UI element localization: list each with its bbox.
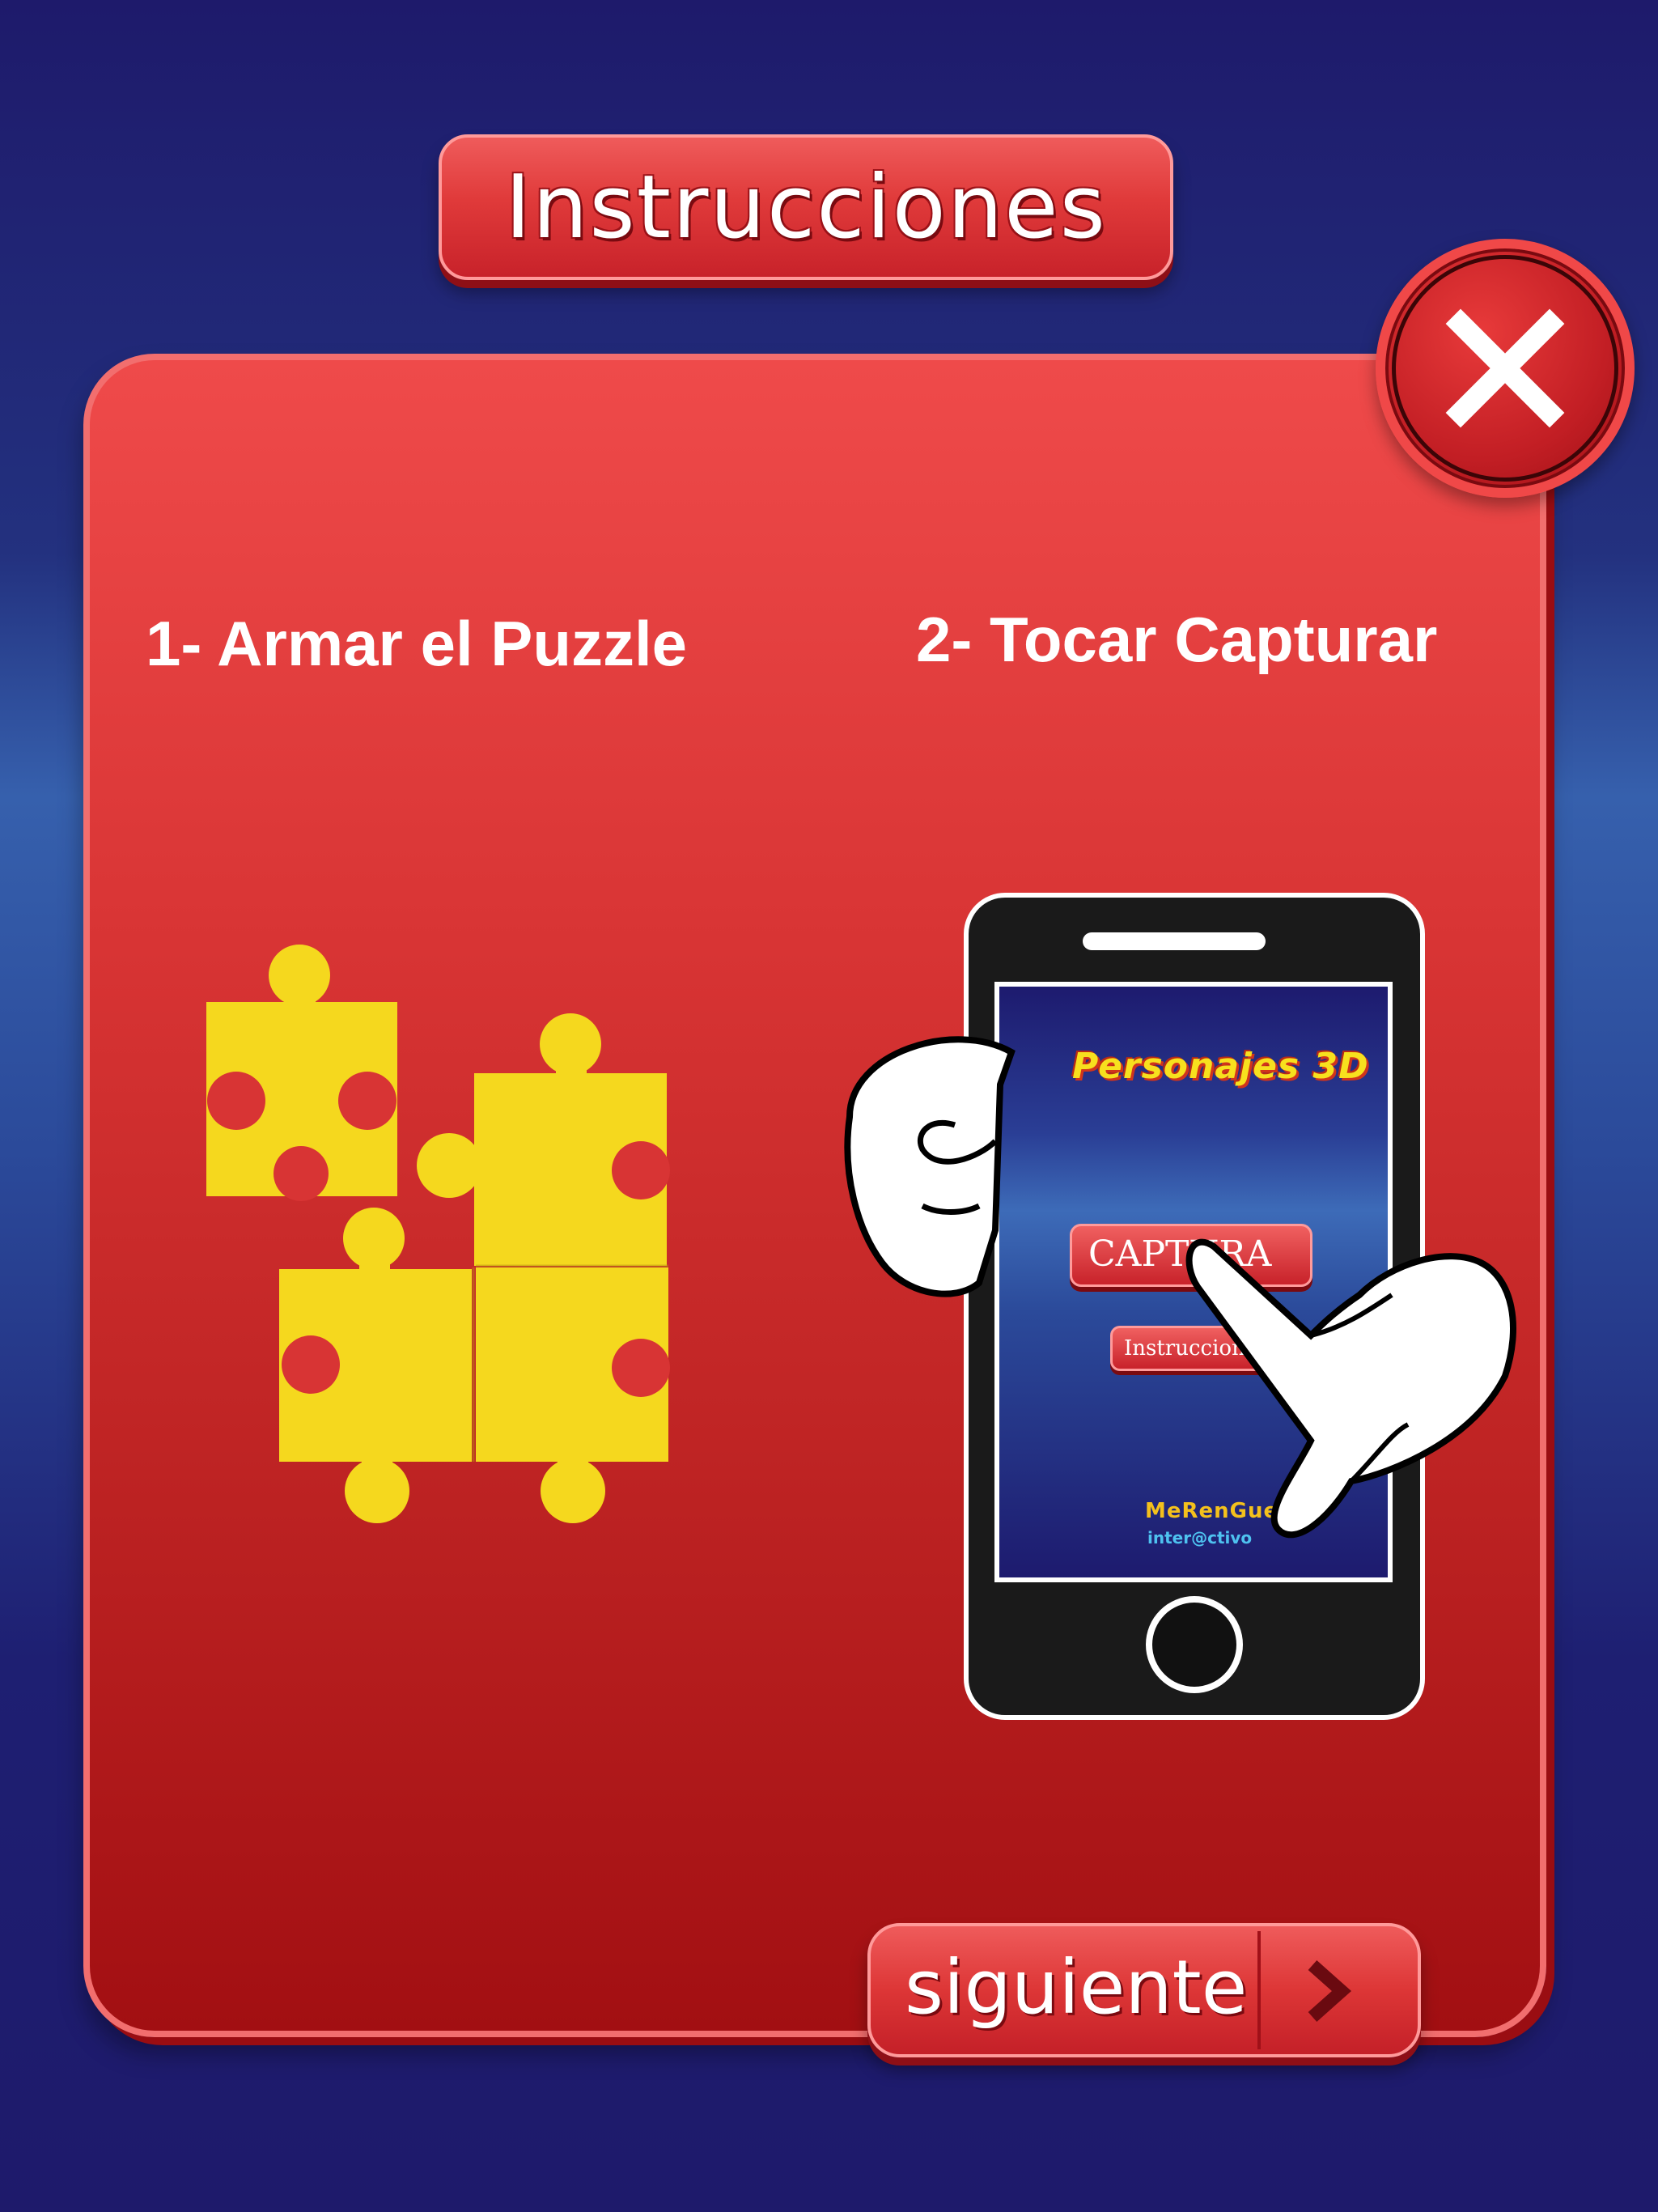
next-button-divider (1257, 1931, 1261, 2049)
next-button[interactable]: siguiente (867, 1923, 1421, 2057)
next-button-label: siguiente (905, 1944, 1248, 2031)
chevron-right-icon (1308, 1960, 1352, 2022)
close-button-ring (1392, 255, 1618, 482)
pointing-hand-icon (1185, 1238, 1516, 1539)
left-hand-icon (844, 1036, 1016, 1297)
close-button[interactable] (1376, 239, 1635, 498)
